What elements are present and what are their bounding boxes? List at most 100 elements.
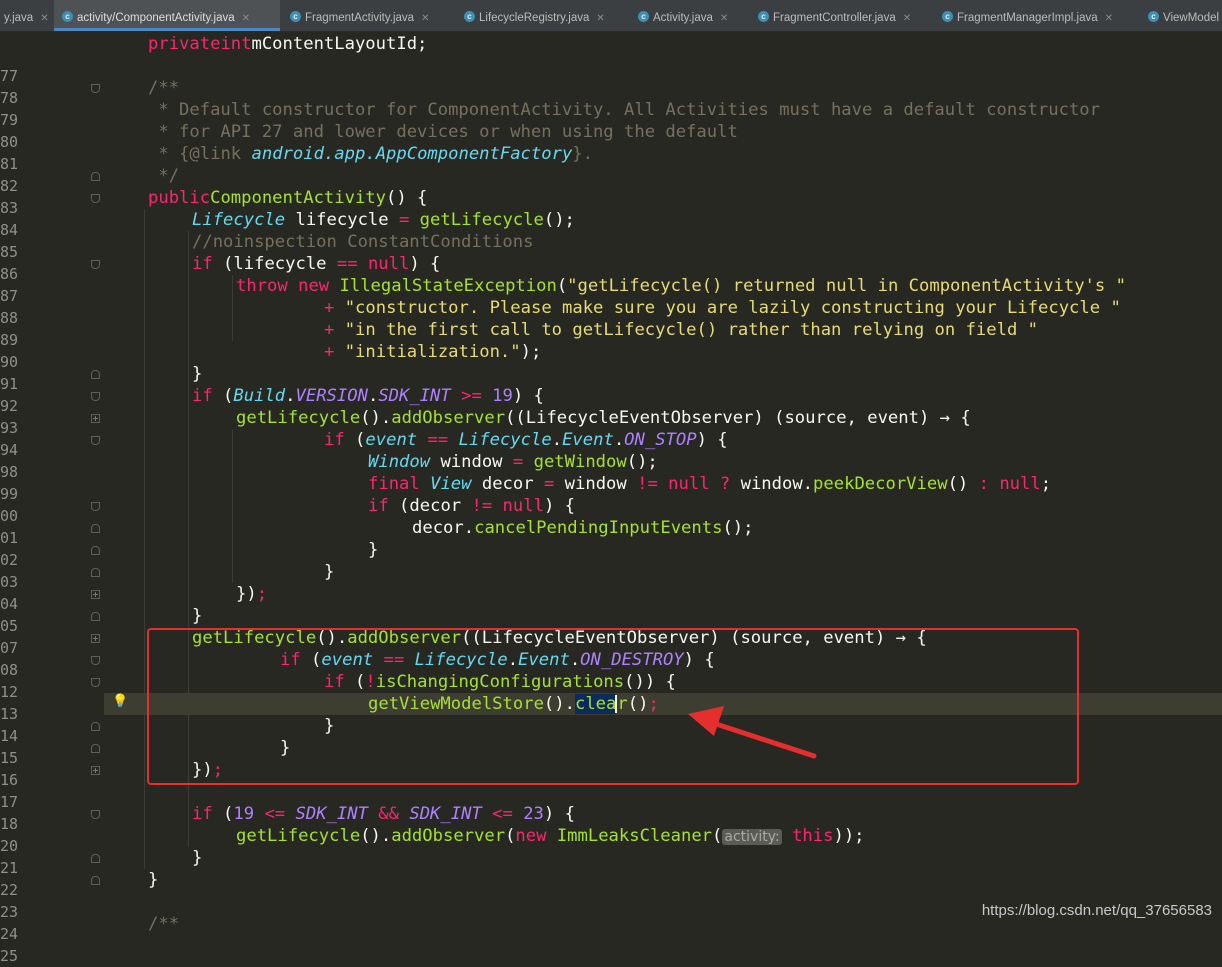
editor-gutter: 77 78 79 80 81 82 83 84 85 86 87 88 89 90 91 92 93 94 98 99…: [0, 32, 108, 965]
code-line[interactable]: */: [104, 165, 1222, 187]
code-line[interactable]: publicComponentActivity() {: [104, 187, 1222, 209]
fold-toggle-icon[interactable]: [91, 502, 100, 511]
code-token: ) {: [543, 496, 575, 516]
code-line[interactable]: + "initialization.");: [104, 341, 1222, 363]
fold-toggle-icon[interactable]: [91, 392, 100, 401]
code-line[interactable]: * for API 27 and lower devices or when u…: [104, 121, 1222, 143]
tab-y-java[interactable]: y.java ✕: [0, 0, 52, 31]
close-icon[interactable]: ✕: [421, 13, 429, 24]
fold-toggle-icon[interactable]: [91, 744, 100, 753]
tab-viewmodel[interactable]: c ViewModel: [1140, 0, 1222, 31]
code-token: <=: [254, 804, 296, 824]
code-line[interactable]: //noinspection ConstantConditions: [104, 231, 1222, 253]
code-token: null: [492, 496, 544, 516]
code-line[interactable]: if (19 <= SDK_INT && SDK_INT <= 23) {: [104, 803, 1222, 825]
fold-toggle-icon[interactable]: [91, 194, 100, 203]
tab-fragmentactivity[interactable]: c FragmentActivity.java ✕: [282, 0, 454, 31]
code-text: Window window = getWindow();: [104, 452, 658, 472]
fold-toggle-icon[interactable]: [91, 546, 100, 555]
fold-toggle-icon[interactable]: [91, 260, 100, 269]
code-line[interactable]: }: [104, 561, 1222, 583]
code-text: throw new IllegalStateException("getLife…: [104, 276, 1126, 296]
code-line[interactable]: * Default constructor for ComponentActiv…: [104, 99, 1222, 121]
code-token: addObserver: [391, 826, 506, 846]
code-token: }: [148, 870, 159, 890]
code-token: if: [192, 804, 213, 824]
code-line[interactable]: /**: [104, 77, 1222, 99]
code-line[interactable]: + "constructor. Please make sure you are…: [104, 297, 1222, 319]
code-line[interactable]: + "in the first call to getLifecycle() r…: [104, 319, 1222, 341]
code-token: if: [324, 430, 345, 450]
fold-toggle-icon[interactable]: [91, 810, 100, 819]
tab-fragmentmanagerimpl[interactable]: c FragmentManagerImpl.java ✕: [934, 0, 1140, 31]
code-line[interactable]: final View decor = window != null ? wind…: [104, 473, 1222, 495]
code-line[interactable]: throw new IllegalStateException("getLife…: [104, 275, 1222, 297]
code-line[interactable]: decor.cancelPendingInputEvents();: [104, 517, 1222, 539]
fold-toggle-icon[interactable]: [91, 678, 100, 687]
fold-toggle-icon[interactable]: [91, 436, 100, 445]
code-line[interactable]: if (lifecycle == null) {: [104, 253, 1222, 275]
code-token: Window: [368, 452, 431, 472]
code-text: + "initialization.");: [104, 342, 541, 362]
fold-toggle-icon[interactable]: [91, 656, 100, 665]
fold-expand-icon[interactable]: [91, 590, 100, 599]
fold-toggle-icon[interactable]: [91, 172, 100, 181]
tab-fragmentcontroller[interactable]: c FragmentController.java ✕: [750, 0, 932, 31]
code-token: +: [324, 298, 335, 318]
fold-expand-icon[interactable]: [91, 634, 100, 643]
fold-expand-icon[interactable]: [91, 414, 100, 423]
lightbulb-icon[interactable]: 💡: [112, 694, 128, 709]
code-token: Lifecycle: [458, 430, 552, 450]
code-token: android.app.AppComponentFactory: [251, 144, 573, 164]
line-number: 03: [0, 573, 19, 591]
code-token: getWindow: [523, 452, 627, 472]
code-line[interactable]: privateintmContentLayoutId;: [104, 33, 1222, 55]
fold-toggle-icon[interactable]: [91, 612, 100, 621]
annotation-highlight-box: [147, 628, 1079, 785]
code-token: ImmLeaksCleaner: [546, 826, 713, 846]
code-line[interactable]: if (Build.VERSION.SDK_INT >= 19) {: [104, 385, 1222, 407]
close-icon[interactable]: ✕: [596, 13, 604, 24]
code-token: :: [978, 474, 989, 494]
fold-toggle-icon[interactable]: [91, 370, 100, 379]
fold-toggle-icon[interactable]: [91, 722, 100, 731]
code-line[interactable]: });: [104, 583, 1222, 605]
close-icon[interactable]: ✕: [242, 13, 250, 24]
fold-expand-icon[interactable]: [91, 766, 100, 775]
line-number: 93: [0, 419, 19, 437]
tab-activity[interactable]: c Activity.java ✕: [630, 0, 748, 31]
close-icon[interactable]: ✕: [903, 13, 911, 24]
code-text: getLifecycle().addObserver((LifecycleEve…: [104, 408, 971, 428]
fold-toggle-icon[interactable]: [91, 568, 100, 577]
fold-toggle-icon[interactable]: [91, 854, 100, 863]
code-token: window: [430, 452, 513, 472]
tab-componentactivity[interactable]: c activity/ComponentActivity.java ✕: [54, 0, 280, 31]
fold-toggle-icon[interactable]: [91, 84, 100, 93]
code-line[interactable]: getLifecycle().addObserver((LifecycleEve…: [104, 407, 1222, 429]
code-line[interactable]: if (event == Lifecycle.Event.ON_STOP) {: [104, 429, 1222, 451]
code-token: (: [212, 386, 234, 406]
code-line[interactable]: Window window = getWindow();: [104, 451, 1222, 473]
code-line[interactable]: }: [104, 363, 1222, 385]
code-line[interactable]: }: [104, 539, 1222, 561]
code-line[interactable]: Lifecycle lifecycle = getLifecycle();: [104, 209, 1222, 231]
line-number: 79: [0, 111, 19, 129]
code-token: //noinspection ConstantConditions: [192, 232, 534, 252]
close-icon[interactable]: ✕: [720, 13, 728, 24]
fold-toggle-icon[interactable]: [91, 876, 100, 885]
line-number: 00: [0, 507, 19, 525]
code-line[interactable]: * {@link android.app.AppComponentFactory…: [104, 143, 1222, 165]
code-line[interactable]: getLifecycle().addObserver(new ImmLeaksC…: [104, 825, 1222, 847]
line-number: 05: [0, 617, 19, 635]
code-line[interactable]: if (decor != null) {: [104, 495, 1222, 517]
line-number: 84: [0, 221, 19, 239]
code-line[interactable]: }: [104, 869, 1222, 891]
fold-toggle-icon[interactable]: [91, 524, 100, 533]
code-line[interactable]: }: [104, 847, 1222, 869]
close-icon[interactable]: ✕: [1105, 13, 1113, 24]
line-number: 18: [0, 815, 19, 833]
code-line[interactable]: }: [104, 605, 1222, 627]
tab-lifecycleregistry[interactable]: c LifecycleRegistry.java ✕: [456, 0, 628, 31]
close-icon[interactable]: ✕: [40, 13, 48, 24]
